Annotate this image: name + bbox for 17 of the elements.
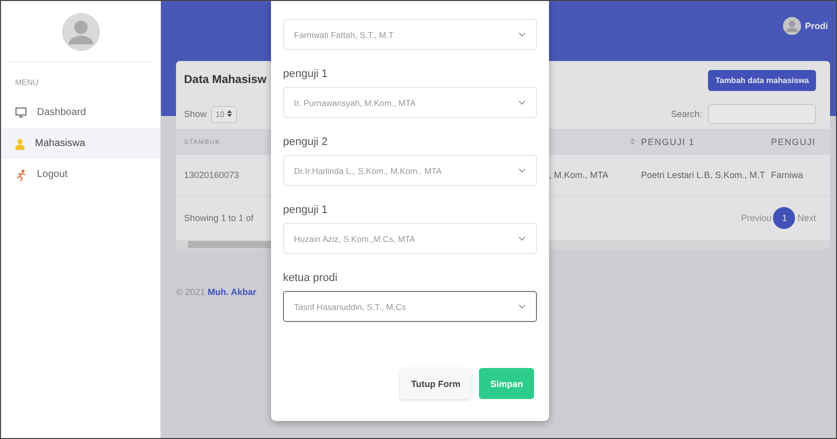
search-label: Search: [670, 109, 702, 119]
show-label: Show [184, 109, 207, 119]
field-label: ketua prodi [283, 272, 338, 284]
field-label: penguji 2 [283, 136, 329, 148]
card-title: Data Mahasisw [184, 74, 266, 86]
copyright-text: © 2021 Muh. Akbar [176, 287, 256, 297]
field-label: penguji 1 [283, 68, 329, 80]
sidebar-item-label: Logout [37, 169, 68, 180]
sidebar-item-label: Dashboard [37, 107, 86, 118]
menu-heading: MENU [14, 77, 40, 89]
table-cell-text: , M.Kom., MTA [549, 170, 610, 180]
field-label: penguji 1 [283, 204, 329, 216]
table-cell-text: Poetri Lestari L.B, S.Kom., M.T [641, 170, 766, 180]
sidebar-item-label: Mahasiswa [35, 138, 86, 149]
entries-info: Showing 1 to 1 of [184, 213, 254, 223]
table-cell-text: Farniwa [771, 170, 804, 180]
table-cell: 13020160073 [184, 170, 240, 180]
